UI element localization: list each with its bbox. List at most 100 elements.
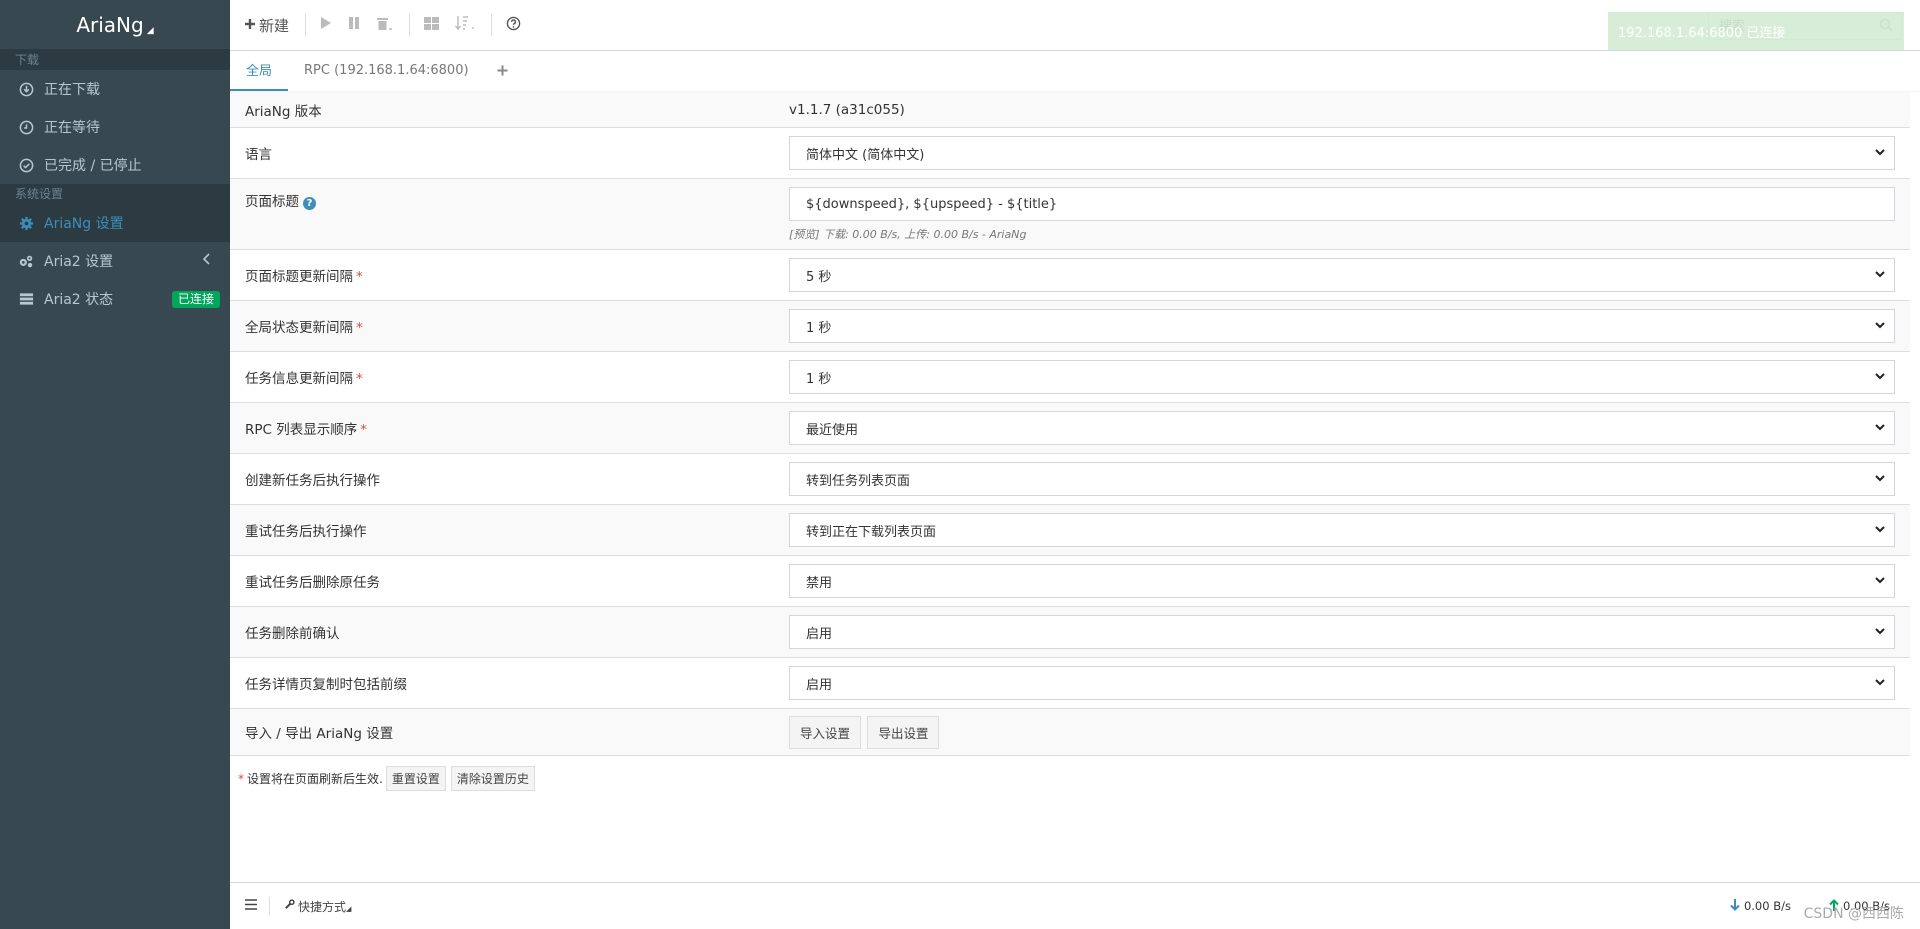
settings-table: AriaNg 版本 v1.1.7 (a31c055) 语言 简体中文 (简体中文… xyxy=(230,92,1910,756)
pause-button[interactable] xyxy=(348,16,360,34)
play-icon xyxy=(320,16,332,34)
toolbar: 新建 192.168.1.64:6800 已连接 xyxy=(230,0,1920,51)
sidebar-header-download: 下载 xyxy=(0,50,230,70)
settings-row-copy-prefix: 任务详情页复制时包括前缀 启用 xyxy=(230,658,1910,709)
chevron-down-icon xyxy=(1874,625,1886,641)
chevron-down-icon xyxy=(1874,421,1886,437)
settings-row-global-interval: 全局状态更新间隔 * 1 秒 xyxy=(230,301,1910,352)
copy-prefix-select[interactable]: 启用 xyxy=(789,666,1895,700)
title-preview-hint: [预览] 下载: 0.00 B/s, 上传: 0.00 B/s - AriaNg xyxy=(789,228,1027,241)
add-rpc-tab-button[interactable] xyxy=(485,50,520,91)
grid-icon xyxy=(424,16,440,34)
chevron-down-icon xyxy=(1874,370,1886,386)
rpc-order-select[interactable]: 最近使用 xyxy=(789,411,1895,445)
setting-label-wrap: 页面标题? xyxy=(230,187,789,249)
watermark-text: CSDN @西西陈 xyxy=(1803,906,1904,922)
settings-row-after-create: 创建新任务后执行操作 转到任务列表页面 xyxy=(230,454,1910,505)
task-interval-select[interactable]: 1 秒 xyxy=(789,360,1895,394)
toolbar-divider xyxy=(491,14,493,36)
trash-icon xyxy=(376,16,393,35)
help-button[interactable] xyxy=(506,16,521,35)
sidebar-item-waiting[interactable]: 正在等待 xyxy=(0,108,230,146)
gears-icon xyxy=(18,253,34,269)
new-task-label: 新建 xyxy=(259,16,290,35)
caret-icon: ◢ xyxy=(346,905,352,913)
setting-label-wrap: 任务信息更新间隔 * xyxy=(230,367,789,387)
setting-label: 重试任务后删除原任务 xyxy=(245,575,380,591)
after-retry-select[interactable]: 转到正在下载列表页面 xyxy=(789,513,1895,547)
select-all-button[interactable] xyxy=(424,16,440,34)
shortcut-label: 快捷方式 xyxy=(298,899,347,914)
import-settings-button[interactable]: 导入设置 xyxy=(789,715,862,749)
status-bar: 快捷方式 ◢ 0.00 B/s 0.00 B/s CSDN @西西陈 xyxy=(230,882,1920,929)
after-create-select[interactable]: 转到任务列表页面 xyxy=(789,462,1895,496)
export-settings-button[interactable]: 导出设置 xyxy=(867,715,940,749)
toolbar-divider xyxy=(409,14,411,36)
select-value: 1 秒 xyxy=(806,320,832,336)
page-title-input[interactable]: ${downspeed}, ${upspeed} - ${title} xyxy=(789,187,1895,221)
sidebar-item-label: 正在下载 xyxy=(44,82,100,98)
language-select[interactable]: 简体中文 (简体中文) xyxy=(789,136,1895,170)
sidebar-item-aria2-status[interactable]: Aria2 状态 已连接 xyxy=(0,280,230,318)
download-speed: 0.00 B/s xyxy=(1743,899,1791,913)
setting-label: 语言 xyxy=(245,147,272,163)
server-icon xyxy=(18,291,34,307)
select-value: 简体中文 (简体中文) xyxy=(806,147,925,163)
chevron-left-icon xyxy=(202,253,212,269)
chevron-down-icon xyxy=(1874,268,1886,284)
select-value: 1 秒 xyxy=(806,371,832,387)
sidebar-item-stopped[interactable]: 已完成 / 已停止 xyxy=(0,146,230,184)
settings-row-language: 语言 简体中文 (简体中文) xyxy=(230,128,1910,179)
chevron-down-icon xyxy=(1874,676,1886,692)
setting-label: RPC 列表显示顺序 xyxy=(245,422,358,438)
setting-label: AriaNg 版本 xyxy=(245,103,322,120)
setting-label: 创建新任务后执行操作 xyxy=(245,473,380,489)
sidebar-item-downloading[interactable]: 正在下载 xyxy=(0,70,230,108)
required-marker: * xyxy=(238,771,244,786)
status-badge: 已连接 xyxy=(171,291,220,308)
sidebar-item-label: 正在等待 xyxy=(44,120,100,136)
download-circle-icon xyxy=(18,81,34,97)
setting-label: 任务删除前确认 xyxy=(245,626,340,642)
tab-global[interactable]: 全局 xyxy=(230,50,289,91)
plus-icon xyxy=(244,16,256,34)
sidebar-header-settings: 系统设置 xyxy=(0,184,230,204)
chevron-down-icon xyxy=(1874,146,1886,162)
title-interval-select[interactable]: 5 秒 xyxy=(789,258,1895,292)
sort-button[interactable] xyxy=(454,15,475,35)
global-interval-select[interactable]: 1 秒 xyxy=(789,309,1895,343)
chevron-down-icon xyxy=(1874,523,1886,539)
clock-icon xyxy=(18,119,34,135)
menu-icon[interactable] xyxy=(245,899,257,913)
settings-row-import-export: 导入 / 导出 AriaNg 设置 导入设置 导出设置 xyxy=(230,709,1910,756)
delete-button[interactable] xyxy=(376,16,393,35)
download-arrow-icon xyxy=(1730,899,1740,914)
statusbar-divider xyxy=(269,897,270,915)
select-value: 转到任务列表页面 xyxy=(806,473,911,489)
app-logo[interactable]: AriaNg ◢ xyxy=(0,0,230,50)
sidebar-item-aria2-settings[interactable]: Aria2 设置 xyxy=(0,242,230,280)
reset-settings-button[interactable]: 重置设置 xyxy=(385,766,446,791)
setting-label-wrap: RPC 列表显示顺序 * xyxy=(230,418,789,438)
connection-toast[interactable]: 192.168.1.64:6800 已连接 xyxy=(1608,12,1904,50)
settings-row-confirm-delete: 任务删除前确认 启用 xyxy=(230,607,1910,658)
plus-icon xyxy=(497,61,508,80)
question-circle-icon xyxy=(506,16,521,35)
tab-rpc[interactable]: RPC (192.168.1.64:6800) xyxy=(288,50,485,91)
footer-note-text: 设置将在页面刷新后生效. xyxy=(247,772,383,786)
start-button[interactable] xyxy=(320,16,332,34)
settings-row-version: AriaNg 版本 v1.1.7 (a31c055) xyxy=(230,92,1910,128)
question-icon[interactable]: ? xyxy=(303,197,316,210)
shortcut-button[interactable]: 快捷方式 ◢ xyxy=(284,898,351,915)
setting-label: 全局状态更新间隔 xyxy=(245,320,353,336)
settings-row-title-interval: 页面标题更新间隔 * 5 秒 xyxy=(230,250,1910,301)
sidebar-item-label: AriaNg 设置 xyxy=(44,216,124,232)
setting-label: 任务信息更新间隔 xyxy=(245,371,353,387)
remove-after-retry-select[interactable]: 禁用 xyxy=(789,564,1895,598)
clear-history-button[interactable]: 清除设置历史 xyxy=(450,766,535,791)
confirm-delete-select[interactable]: 启用 xyxy=(789,615,1895,649)
select-value: 启用 xyxy=(806,626,833,642)
sidebar-item-ariang-settings[interactable]: AriaNg 设置 xyxy=(0,204,230,242)
new-task-button[interactable]: 新建 xyxy=(244,15,289,36)
pause-icon xyxy=(348,16,360,34)
